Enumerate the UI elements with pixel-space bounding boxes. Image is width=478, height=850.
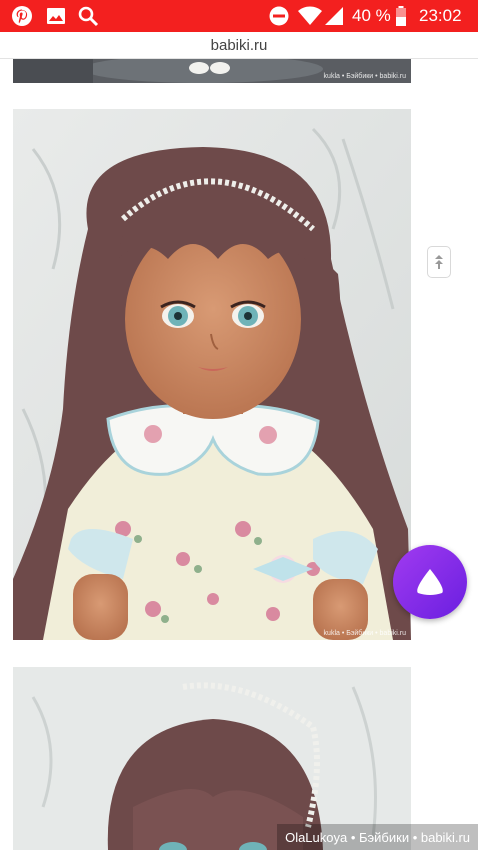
footer-watermark-text: OlaLukoya • Бэйбики • babiki.ru (285, 829, 470, 845)
photo-watermark: kukla • Бэйбики • babiki.ru (323, 630, 406, 637)
scroll-up-button[interactable] (427, 246, 451, 278)
battery-icon (396, 6, 406, 26)
gallery-icon (47, 8, 65, 24)
scroll-up-icon (435, 255, 443, 269)
photo-watermark: kukla • Бэйбики • babiki.ru (323, 73, 406, 80)
url-bar[interactable]: babiki.ru (0, 32, 478, 59)
status-bar: 40 % 23:02 (0, 0, 478, 32)
footer-watermark: OlaLukoya • Бэйбики • babiki.ru (277, 824, 478, 850)
doll-photo-2[interactable]: kukla • Бэйбики • babiki.ru (13, 109, 411, 640)
alice-assistant-icon (417, 569, 443, 595)
doll-photo-3[interactable] (13, 667, 411, 850)
search-icon (78, 6, 99, 27)
clock: 23:02 (419, 6, 462, 25)
voice-assistant-button[interactable] (393, 545, 467, 619)
do-not-disturb-icon (269, 6, 289, 26)
url-text: babiki.ru (210, 36, 268, 54)
pinterest-icon (12, 6, 32, 26)
wifi-icon (298, 6, 322, 25)
signal-icon (325, 7, 343, 25)
doll-photo-1[interactable]: kukla • Бэйбики • babiki.ru (13, 59, 411, 83)
battery-percent: 40 % (352, 6, 391, 25)
